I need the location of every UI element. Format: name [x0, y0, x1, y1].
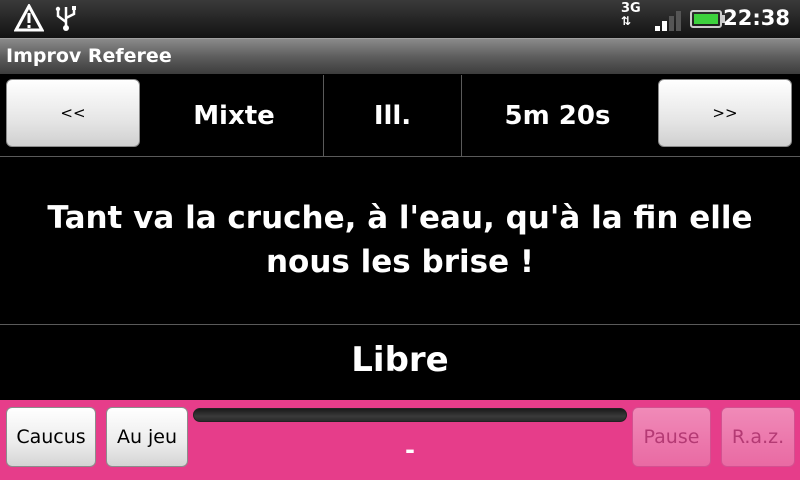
match-type: Mixte — [193, 100, 275, 131]
player-count: Ill. — [373, 100, 412, 131]
theme-text: Tant va la cruche, à l'eau, qu'à la fin … — [47, 200, 753, 280]
timer-progress-bar — [193, 408, 627, 422]
next-button[interactable]: >> — [658, 79, 792, 147]
status-bar: 3G ⇅ 22:38 — [0, 0, 800, 38]
control-bar: Caucus Au jeu - Pause R.a.z. — [0, 400, 800, 480]
network-3g-icon: 3G ⇅ — [621, 1, 641, 28]
title-bar: Improv Referee — [0, 38, 800, 74]
match-duration: 5m 20s — [504, 100, 611, 131]
app-title: Improv Referee — [6, 45, 172, 67]
pause-button[interactable]: Pause — [632, 407, 711, 467]
clock: 22:38 — [723, 6, 790, 30]
signal-icon — [655, 11, 681, 31]
reset-button[interactable]: R.a.z. — [721, 407, 795, 467]
usb-icon — [55, 6, 76, 31]
battery-icon — [690, 10, 725, 28]
category-label: Libre — [351, 340, 449, 380]
previous-button[interactable]: << — [6, 79, 140, 147]
timer-readout: - — [405, 436, 415, 464]
warning-icon — [14, 4, 44, 32]
caucus-button[interactable]: Caucus — [6, 407, 96, 467]
match-info-row: << Mixte Ill. 5m 20s >> — [0, 75, 800, 156]
divider — [0, 324, 800, 325]
divider — [0, 156, 800, 157]
play-button[interactable]: Au jeu — [106, 407, 188, 467]
